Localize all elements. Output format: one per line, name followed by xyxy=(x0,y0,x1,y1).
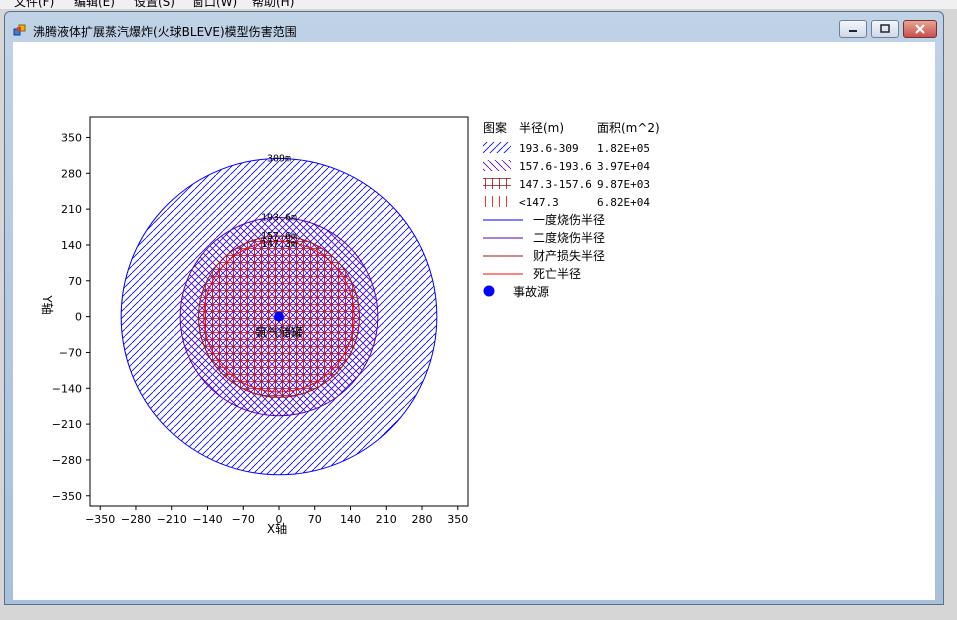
ring-label: 147.3m xyxy=(261,239,297,250)
minimize-button[interactable] xyxy=(839,20,867,38)
legend-source-marker xyxy=(483,285,495,297)
legend-line-label: 一度烧伤半径 xyxy=(533,212,605,227)
menu-edit[interactable]: 编辑(E) xyxy=(74,0,115,9)
close-button[interactable] xyxy=(903,20,937,38)
legend-radius: 193.6-309 xyxy=(519,142,579,155)
y-tick-label: −350 xyxy=(52,490,82,503)
maximize-icon xyxy=(880,24,890,33)
x-tick-label: 280 xyxy=(412,513,433,526)
y-tick-label: 140 xyxy=(61,239,82,252)
app-icon xyxy=(13,24,26,36)
x-tick-label: 140 xyxy=(340,513,361,526)
minimize-icon xyxy=(849,30,857,32)
x-tick-label: −280 xyxy=(121,513,151,526)
y-tick-label: 70 xyxy=(68,275,82,288)
legend-header: 半径(m) xyxy=(519,121,564,135)
y-tick-label: 210 xyxy=(61,203,82,216)
y-tick-label: −140 xyxy=(52,382,82,395)
maximize-button[interactable] xyxy=(871,20,899,38)
chart-window: 沸腾液体扩展蒸汽爆炸(火球BLEVE)模型伤害范围 309m 193.6m 15… xyxy=(4,11,944,605)
legend-source-label: 事故源 xyxy=(513,284,549,299)
y-tick-label: 0 xyxy=(75,311,82,324)
legend-swatch-diag-fwd xyxy=(483,142,511,153)
ring-label: 193.6m xyxy=(261,213,297,224)
x-tick-label: 210 xyxy=(376,513,397,526)
accident-source-point xyxy=(274,311,284,322)
legend-line-label: 死亡半径 xyxy=(533,267,581,281)
x-tick-label: −140 xyxy=(192,513,222,526)
legend-line-label: 二度烧伤半径 xyxy=(533,230,605,245)
legend-swatch-vert xyxy=(483,196,511,207)
menu-window[interactable]: 窗口(W) xyxy=(192,0,237,9)
x-tick-label: −70 xyxy=(232,513,255,526)
legend-area: 1.82E+05 xyxy=(597,142,650,155)
menu-bar: 文件(F) 编辑(E) 设置(S) 窗口(W) 帮助(H) xyxy=(0,0,957,9)
y-tick-label: −280 xyxy=(52,454,82,467)
legend-radius: 157.6-193.6 xyxy=(519,160,592,173)
y-axis-title: Y轴 xyxy=(40,294,55,314)
legend-radius: 147.3-157.6 xyxy=(519,178,592,191)
legend-swatch-diag-back xyxy=(483,160,511,171)
title-bar[interactable]: 沸腾液体扩展蒸汽爆炸(火球BLEVE)模型伤害范围 xyxy=(5,12,943,42)
menu-help[interactable]: 帮助(H) xyxy=(252,0,294,9)
legend-area: 6.82E+04 xyxy=(597,196,650,209)
legend-header: 图案 xyxy=(483,120,507,135)
window-title: 沸腾液体扩展蒸汽爆炸(火球BLEVE)模型伤害范围 xyxy=(33,25,297,39)
legend-area: 3.97E+04 xyxy=(597,160,650,173)
menu-settings[interactable]: 设置(S) xyxy=(134,0,175,9)
legend-radius: <147.3 xyxy=(519,196,559,209)
y-tick-label: 350 xyxy=(61,131,82,144)
legend-line-label: 财产损失半径 xyxy=(533,248,605,263)
y-tick-label: −70 xyxy=(59,346,82,359)
legend-swatch-cross xyxy=(483,178,511,189)
client-area: 309m 193.6m 157.6m 147.3m 氨气储罐 −350 −280 −210… xyxy=(13,42,935,600)
x-tick-label: −210 xyxy=(157,513,187,526)
close-icon xyxy=(915,24,925,34)
legend-header: 面积(m^2) xyxy=(597,121,660,135)
menu-file[interactable]: 文件(F) xyxy=(14,0,54,9)
ring-label: 309m xyxy=(267,153,291,164)
x-tick-label: 70 xyxy=(308,513,322,526)
x-tick-label: 350 xyxy=(447,513,468,526)
bleve-damage-chart: 309m193.6m157.6m147.3m 氨气储罐 −350 −280 −210… xyxy=(40,116,660,536)
source-label: 氨气储罐 xyxy=(255,325,303,340)
x-axis-title: X轴 xyxy=(267,521,287,536)
y-tick-label: −210 xyxy=(52,418,82,431)
y-tick-label: 280 xyxy=(61,167,82,180)
x-tick-label: −350 xyxy=(85,513,115,526)
legend-area: 9.87E+03 xyxy=(597,178,650,191)
